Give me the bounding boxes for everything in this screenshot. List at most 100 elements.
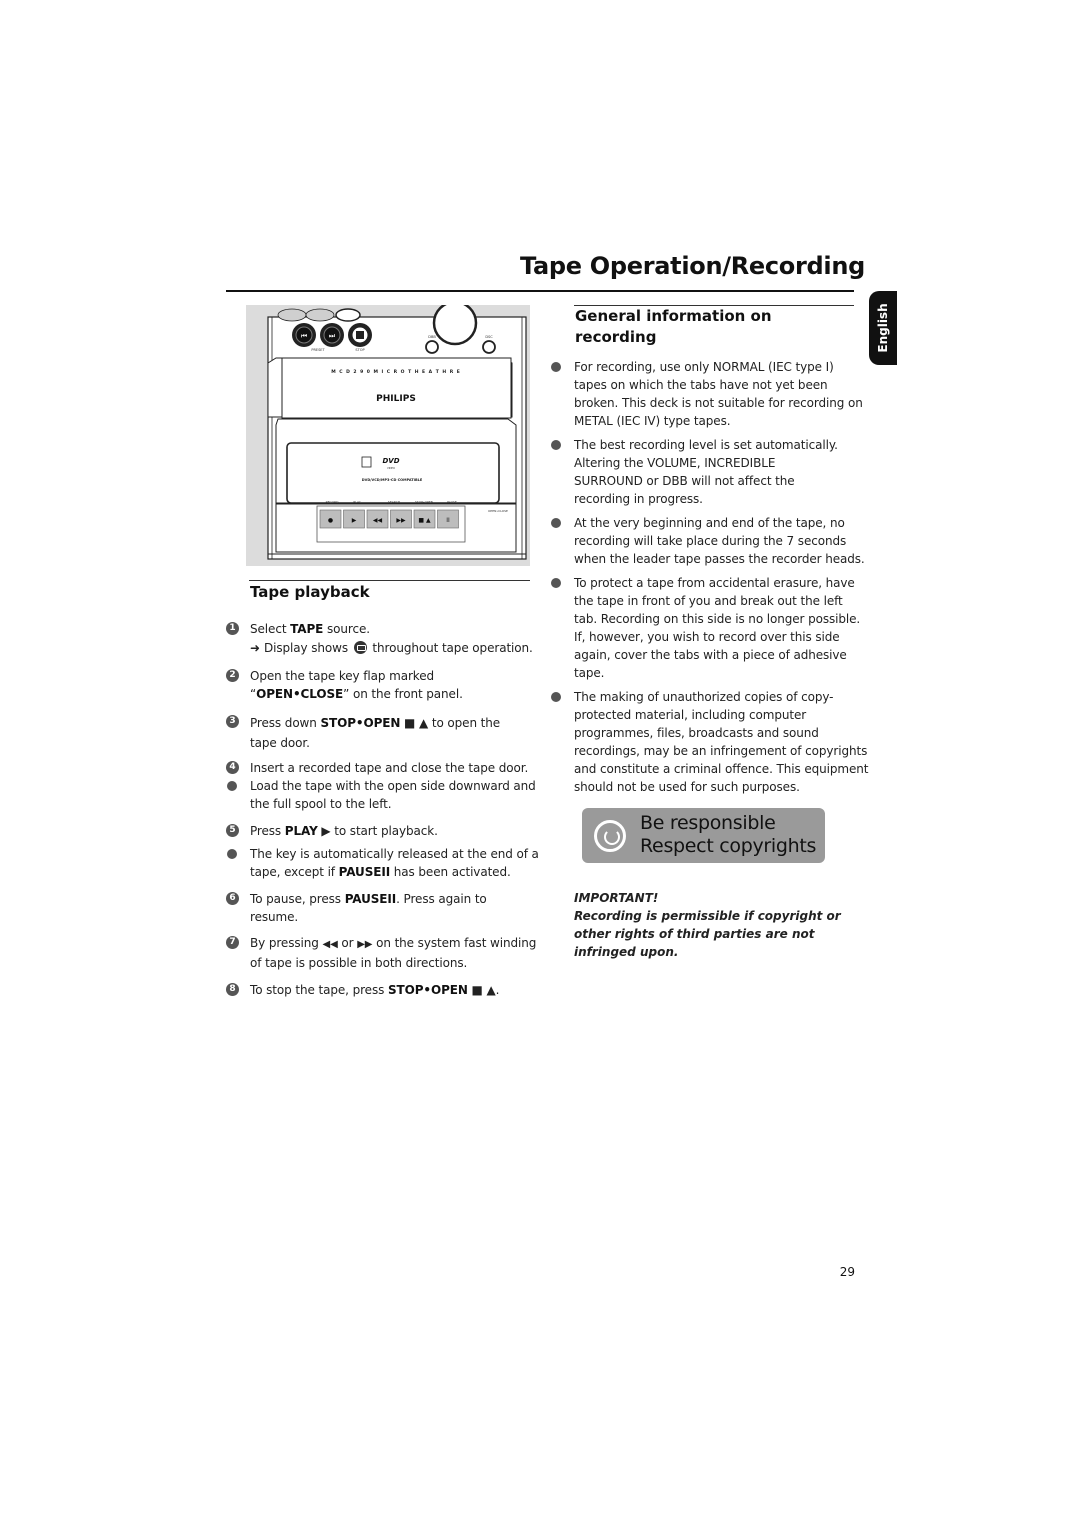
step-text: of tape is possible in both directions. <box>250 956 468 970</box>
device-illustration: ⏮ ⏭ PRESET STOP DBB DSC M C D 2 9 0 M I … <box>246 305 530 566</box>
deck-button-icon: ● <box>328 517 333 524</box>
step-text: To stop the tape, press <box>250 983 388 997</box>
svg-text:⏭: ⏭ <box>329 332 336 340</box>
tape-display-icon <box>353 641 367 654</box>
prev-button-icon: ⏮ <box>292 323 316 347</box>
recording-bullet-line: the tape in front of you and break out t… <box>574 594 843 608</box>
important-label: IMPORTANT! <box>574 891 659 905</box>
step-key: STOP•OPEN <box>320 716 401 730</box>
recording-heading-line: recording <box>575 328 657 346</box>
open-close-label: OPEN•CLOSE <box>488 509 508 513</box>
rewind-icon: ◀◀ <box>322 939 338 950</box>
dvd-logo: DVD <box>382 457 399 465</box>
preset-label: PRESET <box>311 348 325 352</box>
brand-logo: PHILIPS <box>376 394 416 404</box>
recording-bullet-line: protected material, including computer <box>574 708 807 722</box>
important-text: other rights of third parties are not <box>574 927 815 941</box>
bullet-icon <box>551 518 561 528</box>
step-number-badge: 3 <box>226 715 239 728</box>
recording-bullet-line: and constitute a criminal offence. This … <box>574 762 869 776</box>
tape-playback-heading: Tape playback <box>250 583 370 601</box>
deck-button-icon: ▶▶ <box>396 517 406 524</box>
fast-forward-icon: ▶▶ <box>357 939 373 950</box>
step-text: Insert a recorded tape and close the tap… <box>250 761 529 775</box>
recording-bullet-line: broken. This deck is not suitable for re… <box>574 396 863 410</box>
recording-bullet-line: when the leader tape passes the recorder… <box>574 552 865 566</box>
note-text: The key is automatically released at the… <box>250 847 539 861</box>
recording-bullet-line: SURROUND or DBB will not affect the <box>574 474 795 488</box>
recording-bullet-line: tab. Recording on this side is no longer… <box>574 612 861 626</box>
tape-playback-rule <box>249 580 530 581</box>
bullet-icon <box>551 578 561 588</box>
deck-button-icon: ▶ <box>352 517 357 524</box>
page-title: Tape Operation/Recording <box>520 252 865 280</box>
note-text: has been activated. <box>390 865 511 879</box>
deck-button-icon: ■ ▲ <box>418 517 431 524</box>
note-text: the full spool to the left. <box>250 797 392 811</box>
step-text: source. <box>323 622 370 636</box>
step-number-badge: 1 <box>226 622 239 635</box>
bullet-icon <box>551 692 561 702</box>
copyright-smile-icon <box>594 820 626 852</box>
step-text: tape door. <box>250 736 310 750</box>
important-text: infringed upon. <box>574 945 679 959</box>
device-front-panel-drawing: ⏮ ⏭ PRESET STOP DBB DSC M C D 2 9 0 M I … <box>267 305 527 560</box>
step-text: resume. <box>250 910 299 924</box>
dsc-button-icon <box>482 340 496 354</box>
dbb-label: DBB <box>428 335 436 339</box>
recording-bullet-line: recording will take place during the 7 s… <box>574 534 847 548</box>
arrow-icon: ➜ <box>250 641 260 655</box>
step-text: . Press again to <box>396 892 487 906</box>
step-number-badge: 4 <box>226 761 239 774</box>
knob-top <box>277 308 307 322</box>
bullet-icon <box>551 362 561 372</box>
recording-bullet-line: recordings, may be an infringement of co… <box>574 744 868 758</box>
step-number-badge: 2 <box>226 669 239 682</box>
important-text: Recording is permissible if copyright or <box>574 909 841 923</box>
bullet-icon <box>227 781 237 791</box>
recording-heading-line: General information on <box>575 307 772 325</box>
deck-button-icon: ◀◀ <box>373 517 383 524</box>
deck-label: PAUSE <box>447 500 457 504</box>
play-icon: ▶ <box>317 824 331 838</box>
knob-top <box>305 308 335 322</box>
badge-line-2: Respect copyrights <box>640 835 817 857</box>
step-number-badge: 5 <box>226 824 239 837</box>
step-text: on the system fast winding <box>372 936 537 950</box>
bullet-icon <box>227 849 237 859</box>
step-text: Select <box>250 622 291 636</box>
step-text: Press down <box>250 716 321 730</box>
dbb-button-icon <box>425 340 439 354</box>
stop-eject-icon: ■ ▲ <box>467 983 496 997</box>
result-text: throughout tape operation. <box>372 641 533 655</box>
stop-label: STOP <box>355 348 364 352</box>
windows-media-icon <box>361 456 372 468</box>
dvd-sub-label: VIDEO <box>387 466 395 470</box>
step-key: TAPE <box>290 622 324 636</box>
step-key: STOP•OPEN <box>387 983 468 997</box>
recording-bullet-line: If, however, you wish to record over thi… <box>574 630 840 644</box>
step-number-badge: 6 <box>226 892 239 905</box>
recording-bullet-line: tapes on which the tabs have not yet bee… <box>574 378 828 392</box>
recording-bullet-line: METAL (IEC IV) type tapes. <box>574 414 731 428</box>
deck-label: STOP•OPEN <box>415 500 433 504</box>
recording-bullet-line: programmes, files, broadcasts and sound <box>574 726 819 740</box>
step-text: on the front panel. <box>349 687 463 701</box>
respect-copyrights-badge: Be responsible Respect copyrights <box>582 808 825 863</box>
svg-text:⏮: ⏮ <box>301 332 307 340</box>
step-text: to open the <box>428 716 501 730</box>
deck-label: PLAY <box>353 500 360 504</box>
bullet-icon <box>551 440 561 450</box>
step-text: . <box>495 983 500 997</box>
dsc-label: DSC <box>485 335 493 339</box>
compat-label: DVD/VCD/MP3-CD COMPATIBLE <box>362 478 423 482</box>
language-tab: English <box>869 291 897 365</box>
next-button-icon: ⏭ <box>320 323 344 347</box>
step-text: To pause, press <box>250 892 345 906</box>
knob-top <box>335 308 361 322</box>
step-text: to start playback. <box>330 824 438 838</box>
recording-bullet-line: tape. <box>574 666 605 680</box>
deck-button-icon: II <box>446 517 450 524</box>
step-key: PLAY <box>284 824 318 838</box>
step-number-badge: 7 <box>226 936 239 949</box>
